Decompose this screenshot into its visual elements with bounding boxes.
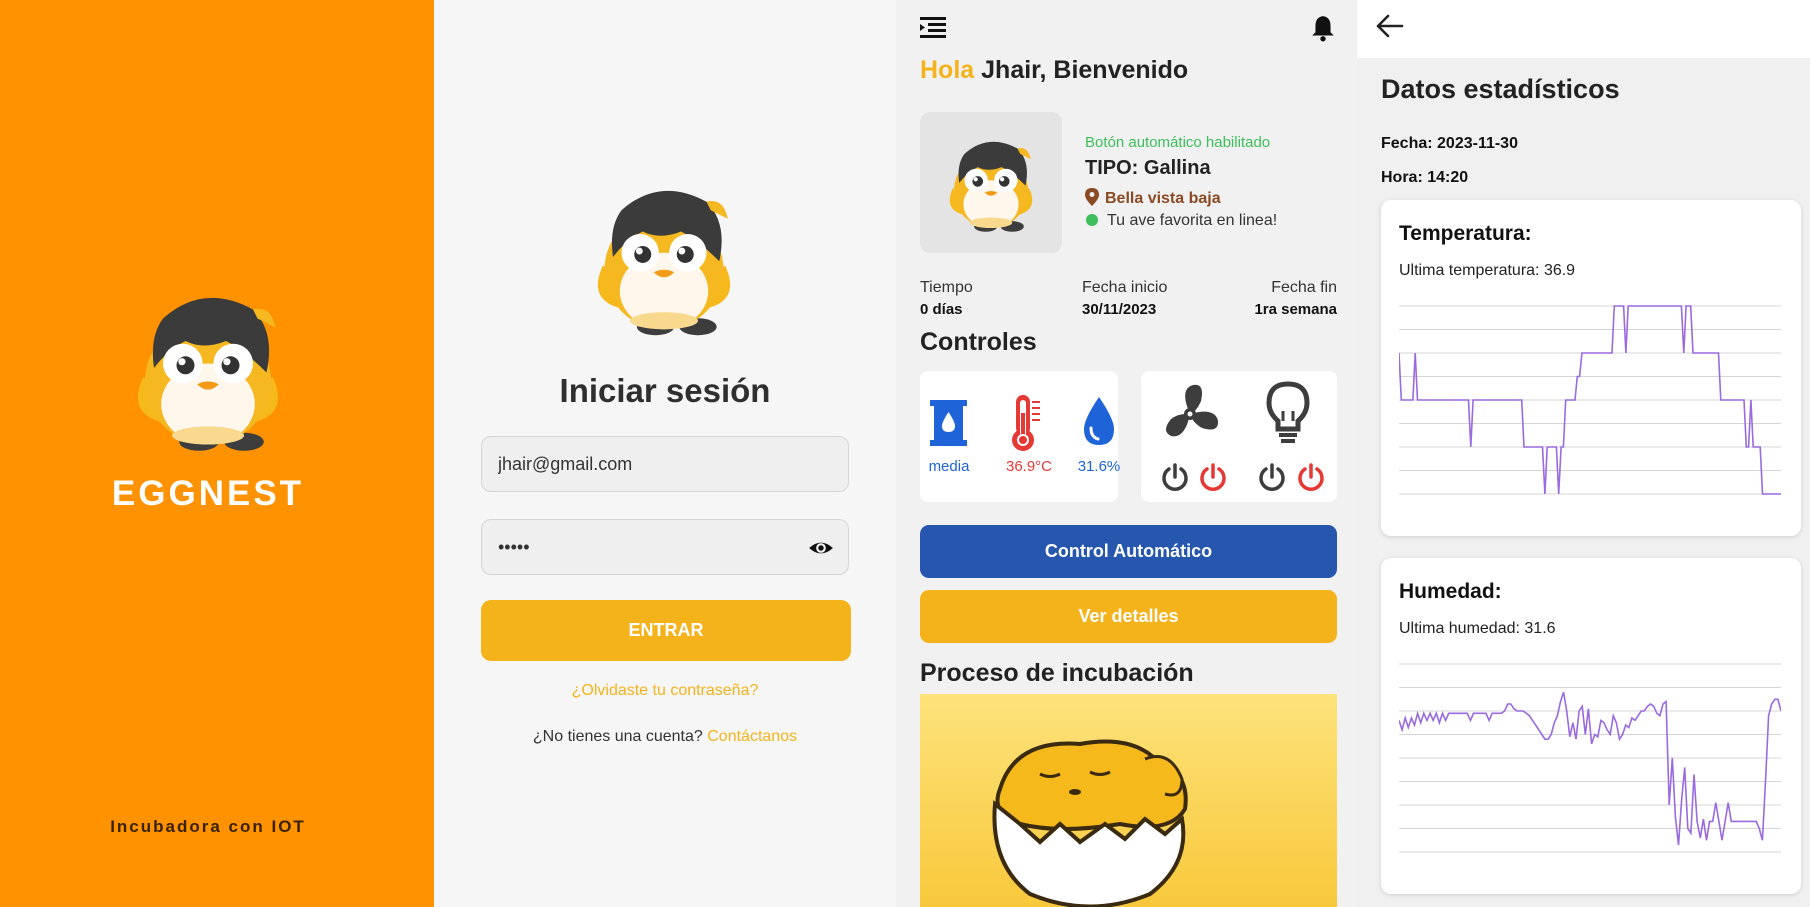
stats-title: Datos estadísticos bbox=[1381, 74, 1620, 104]
greeting-hola: Hola bbox=[920, 56, 975, 84]
bird-card bbox=[920, 112, 1062, 253]
fecha-fin-label: Fecha fin bbox=[1271, 279, 1337, 296]
fecha-inicio-block: Fecha inicio 30/11/2023 bbox=[1082, 279, 1167, 318]
top-bar bbox=[1357, 0, 1810, 58]
series-line bbox=[1399, 691, 1781, 845]
temperature-card-title: Temperatura: bbox=[1399, 222, 1532, 245]
sensors-card: media 36.9°C 31.6% bbox=[920, 371, 1120, 502]
water-level: media bbox=[928, 458, 970, 475]
fan-on-power-icon[interactable] bbox=[1161, 463, 1189, 491]
water-tank-icon bbox=[930, 400, 967, 446]
signup-row: ¿No tienes una cuenta? Contáctanos bbox=[434, 728, 896, 746]
location-row: Bella vista baja bbox=[1085, 188, 1221, 208]
egg-character-illustration bbox=[992, 739, 1188, 907]
stats-time: Hora: 14:20 bbox=[1381, 169, 1469, 186]
auto-status: Botón automático habilitado bbox=[1085, 134, 1271, 151]
fan-icon bbox=[1166, 384, 1219, 437]
stats-date: Fecha: 2023-11-30 bbox=[1381, 135, 1518, 152]
password-field-container bbox=[481, 519, 849, 575]
location-pin-icon bbox=[1085, 188, 1099, 206]
no-account-label: ¿No tienes una cuenta? bbox=[532, 728, 703, 745]
enter-button[interactable]: ENTRAR bbox=[481, 600, 851, 661]
greeting: Hola Jhair, Bienvenido bbox=[920, 56, 1188, 85]
contact-link[interactable]: Contáctanos bbox=[707, 728, 797, 745]
humidity-card: Humedad: Ultima humedad: 31.6 bbox=[1381, 558, 1801, 894]
thermometer-icon bbox=[1012, 395, 1040, 451]
temperature-card: Temperatura: Ultima temperatura: 36.9 bbox=[1381, 200, 1801, 536]
email-field[interactable] bbox=[482, 437, 814, 491]
temperature-value: 36.9°C bbox=[1005, 458, 1053, 475]
details-button[interactable]: Ver detalles bbox=[920, 590, 1337, 643]
actuators-card bbox=[1141, 371, 1337, 502]
eggnest-logo bbox=[137, 297, 279, 451]
penguin-logo bbox=[597, 190, 731, 336]
stats-screen: Datos estadísticos Fecha: 2023-11-30 Hor… bbox=[1357, 0, 1810, 907]
greeting-name: Jhair, Bienvenido bbox=[981, 56, 1189, 84]
humidity-last: Ultima humedad: 31.6 bbox=[1399, 620, 1556, 637]
dashboard-screen: Hola Jhair, Bienvenido Botón automático … bbox=[896, 0, 1357, 907]
incubation-image bbox=[920, 694, 1337, 907]
humidity-value: 31.6% bbox=[1077, 458, 1121, 475]
penguin-avatar bbox=[949, 141, 1033, 232]
online-row: Tu ave favorita en linea! bbox=[1085, 212, 1277, 230]
auto-control-button[interactable]: Control Automático bbox=[920, 525, 1337, 578]
password-field[interactable] bbox=[482, 520, 814, 574]
login-title: Iniciar sesión bbox=[559, 372, 771, 409]
fecha-fin-value: 1ra semana bbox=[1254, 301, 1337, 318]
tiempo-label: Tiempo bbox=[920, 279, 973, 296]
bell-icon[interactable] bbox=[1310, 14, 1336, 42]
controls-title: Controles bbox=[920, 328, 1037, 356]
light-on-power-icon[interactable] bbox=[1258, 463, 1286, 491]
fecha-inicio-label: Fecha inicio bbox=[1082, 279, 1168, 296]
eye-icon[interactable] bbox=[808, 535, 834, 561]
lightbulb-icon bbox=[1266, 381, 1310, 443]
humidity-card-title: Humedad: bbox=[1399, 580, 1502, 603]
temperature-last: Ultima temperatura: 36.9 bbox=[1399, 262, 1576, 279]
humidity-chart bbox=[1399, 663, 1781, 853]
login-screen: Iniciar sesión ENTRAR ¿Olvidaste tu cont… bbox=[434, 0, 896, 907]
back-arrow-icon[interactable] bbox=[1375, 13, 1405, 39]
fecha-fin-block: Fecha fin 1ra semana bbox=[1254, 279, 1337, 318]
fecha-inicio-value: 30/11/2023 bbox=[1082, 301, 1157, 318]
email-field-container bbox=[481, 436, 849, 492]
water-drop-icon bbox=[1084, 397, 1114, 445]
light-off-power-icon[interactable] bbox=[1297, 463, 1325, 491]
location-text: Bella vista baja bbox=[1105, 190, 1221, 207]
fan-off-power-icon[interactable] bbox=[1199, 463, 1227, 491]
online-text: Tu ave favorita en linea! bbox=[1107, 212, 1278, 229]
temperature-chart bbox=[1399, 305, 1781, 495]
splash-screen: EGGNEST Incubadora con IOT bbox=[0, 0, 434, 907]
bird-type: TIPO: Gallina bbox=[1085, 157, 1211, 179]
incubation-title: Proceso de incubación bbox=[920, 659, 1194, 687]
tiempo-value: 0 días bbox=[920, 301, 963, 318]
tagline: Incubadora con IOT bbox=[110, 817, 306, 836]
online-dot-icon bbox=[1086, 214, 1098, 226]
menu-icon[interactable] bbox=[920, 16, 946, 38]
tiempo-block: Tiempo 0 días bbox=[920, 279, 973, 318]
brand-name: EGGNEST bbox=[111, 474, 305, 513]
forgot-password-link[interactable]: ¿Olvidaste tu contraseña? bbox=[434, 682, 896, 700]
